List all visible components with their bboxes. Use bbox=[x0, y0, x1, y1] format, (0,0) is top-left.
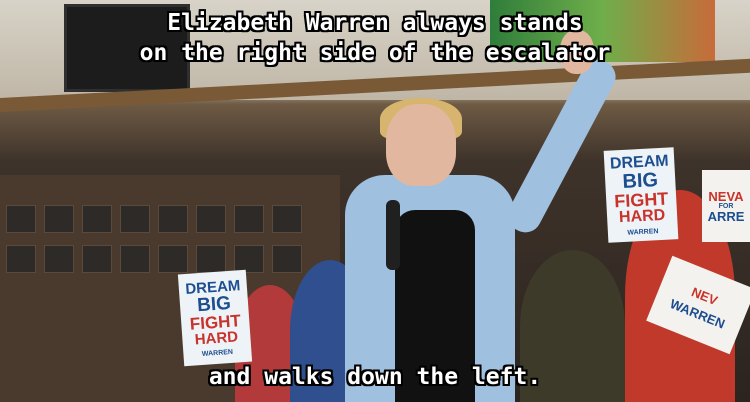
display-frame bbox=[44, 245, 74, 273]
campaign-sign-right: DREAM BIG FIGHT HARD WARREN bbox=[603, 147, 679, 243]
sign-text: HARD bbox=[618, 206, 666, 226]
display-frame bbox=[82, 205, 112, 233]
sign-text: HARD bbox=[194, 327, 239, 348]
speaker-face bbox=[386, 104, 456, 186]
campaign-sign-far-right: NEVA FOR ARRE bbox=[702, 170, 750, 242]
caption-line: Elizabeth Warren always stands bbox=[167, 10, 583, 36]
display-frame bbox=[234, 245, 264, 273]
display-frame bbox=[82, 245, 112, 273]
sign-brand: WARREN bbox=[627, 227, 659, 237]
display-frame bbox=[6, 245, 36, 273]
display-frame bbox=[44, 205, 74, 233]
display-frame bbox=[158, 205, 188, 233]
display-frame bbox=[272, 245, 302, 273]
caption-line: on the right side of the escalator bbox=[139, 40, 611, 66]
display-frame bbox=[196, 205, 226, 233]
campaign-sign-left: DREAM BIG FIGHT HARD WARREN bbox=[177, 269, 253, 367]
sign-text: NEVA bbox=[708, 188, 744, 204]
display-frame bbox=[234, 205, 264, 233]
meme-caption-top: Elizabeth Warren always stands on the ri… bbox=[0, 8, 750, 68]
display-frame bbox=[6, 205, 36, 233]
sign-text: BIG bbox=[621, 168, 659, 193]
display-frame bbox=[196, 245, 226, 273]
meme-caption-bottom: and walks down the left. bbox=[0, 362, 750, 392]
sign-text: WARREN bbox=[667, 296, 728, 332]
sign-text: ARRE bbox=[707, 208, 745, 224]
display-frame bbox=[120, 205, 150, 233]
display-frame bbox=[158, 245, 188, 273]
display-frame bbox=[120, 245, 150, 273]
microphone bbox=[386, 200, 400, 270]
sign-brand: WARREN bbox=[201, 348, 234, 358]
caption-line: and walks down the left. bbox=[208, 364, 542, 390]
meme-image: DREAM BIG FIGHT HARD WARREN DREAM BIG FI… bbox=[0, 0, 750, 402]
display-frame bbox=[272, 205, 302, 233]
